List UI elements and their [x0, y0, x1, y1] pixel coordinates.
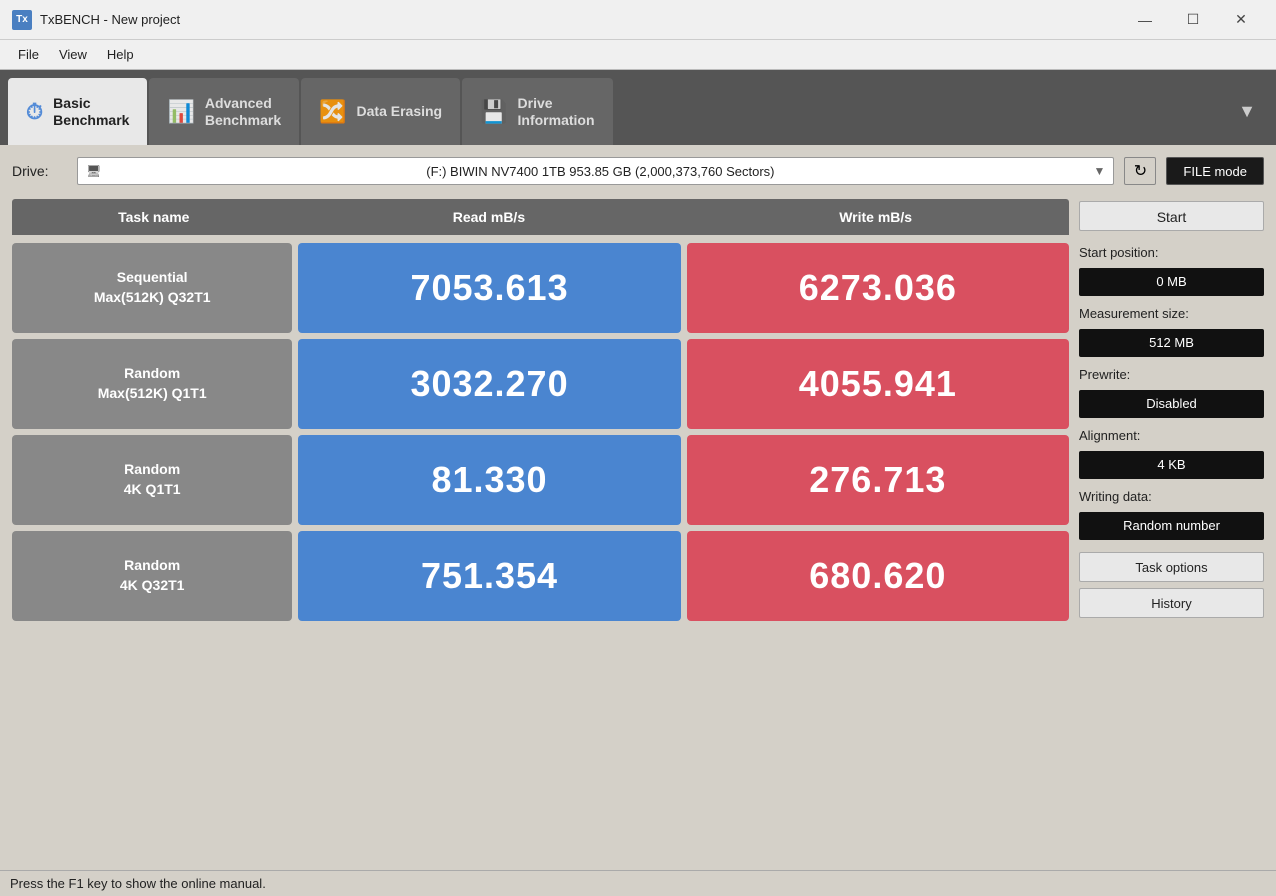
write-random-512k: 4055.941 [687, 339, 1069, 429]
drive-refresh-button[interactable]: ↻ [1124, 157, 1156, 185]
status-text: Press the F1 key to show the online manu… [10, 876, 266, 891]
tab-advanced[interactable]: 📊 AdvancedBenchmark [149, 78, 299, 145]
status-bar: Press the F1 key to show the online manu… [0, 870, 1276, 896]
tab-basic[interactable]: ⏱ BasicBenchmark [8, 78, 147, 145]
task-options-button[interactable]: Task options [1079, 552, 1264, 582]
writing-data-value: Random number [1079, 512, 1264, 540]
basic-benchmark-icon: ⏱ [26, 99, 43, 125]
benchmark-table: Task name Read mB/s Write mB/s Sequentia… [12, 199, 1069, 862]
start-position-value: 0 MB [1079, 268, 1264, 296]
read-random-4k-q32: 751.354 [298, 531, 680, 621]
advanced-benchmark-icon: 📊 [167, 99, 194, 125]
task-random-4k-q1: Random4K Q1T1 [12, 435, 292, 525]
writing-data-label: Writing data: [1079, 489, 1264, 504]
read-random-4k-q1: 81.330 [298, 435, 680, 525]
header-read: Read mB/s [296, 209, 683, 225]
title-bar-text: TxBENCH - New project [40, 12, 1122, 27]
table-row: Random4K Q1T1 81.330 276.713 [12, 435, 1069, 525]
start-position-label: Start position: [1079, 245, 1264, 260]
alignment-value: 4 KB [1079, 451, 1264, 479]
tab-bar: ⏱ BasicBenchmark 📊 AdvancedBenchmark 🔀 D… [0, 70, 1276, 145]
title-bar-controls: — ☐ ✕ [1122, 5, 1264, 35]
header-task: Task name [12, 209, 296, 225]
write-random-4k-q32: 680.620 [687, 531, 1069, 621]
right-panel: Start Start position: 0 MB Measurement s… [1079, 199, 1264, 862]
read-sequential-512k: 7053.613 [298, 243, 680, 333]
measurement-size-value: 512 MB [1079, 329, 1264, 357]
drive-select-value: (F:) BIWIN NV7400 1TB 953.85 GB (2,000,3… [426, 164, 774, 179]
write-random-4k-q1: 276.713 [687, 435, 1069, 525]
write-sequential-512k: 6273.036 [687, 243, 1069, 333]
drive-label: Drive: [12, 163, 67, 179]
table-row: Random4K Q32T1 751.354 680.620 [12, 531, 1069, 621]
prewrite-label: Prewrite: [1079, 367, 1264, 382]
drive-row: Drive: 🖥 (F:) BIWIN NV7400 1TB 953.85 GB… [12, 157, 1264, 185]
minimize-button[interactable]: — [1122, 5, 1168, 35]
file-mode-button[interactable]: FILE mode [1166, 157, 1264, 185]
tab-drive-label: DriveInformation [518, 95, 595, 129]
menu-help[interactable]: Help [97, 43, 144, 66]
app-icon: Tx [12, 10, 32, 30]
content-layout: Task name Read mB/s Write mB/s Sequentia… [12, 199, 1264, 862]
drive-info-icon: 💾 [480, 99, 507, 125]
tab-erasing[interactable]: 🔀 Data Erasing [301, 78, 460, 145]
tab-advanced-label: AdvancedBenchmark [205, 95, 281, 129]
tab-drive[interactable]: 💾 DriveInformation [462, 78, 612, 145]
prewrite-value: Disabled [1079, 390, 1264, 418]
table-rows: SequentialMax(512K) Q32T1 7053.613 6273.… [12, 235, 1069, 862]
maximize-button[interactable]: ☐ [1170, 5, 1216, 35]
benchmark-panel: Task name Read mB/s Write mB/s Sequentia… [12, 199, 1069, 862]
drive-select[interactable]: 🖥 (F:) BIWIN NV7400 1TB 953.85 GB (2,000… [77, 157, 1114, 185]
menu-view[interactable]: View [49, 43, 97, 66]
menu-file[interactable]: File [8, 43, 49, 66]
table-header: Task name Read mB/s Write mB/s [12, 199, 1069, 235]
drive-dropdown-arrow: ▼ [1094, 164, 1106, 178]
main-content: Drive: 🖥 (F:) BIWIN NV7400 1TB 953.85 GB… [0, 145, 1276, 870]
menu-bar: File View Help [0, 40, 1276, 70]
data-erasing-icon: 🔀 [319, 99, 346, 125]
task-random-4k-q32: Random4K Q32T1 [12, 531, 292, 621]
task-random-512k: RandomMax(512K) Q1T1 [12, 339, 292, 429]
start-button[interactable]: Start [1079, 201, 1264, 231]
read-random-512k: 3032.270 [298, 339, 680, 429]
measurement-size-label: Measurement size: [1079, 306, 1264, 321]
table-row: SequentialMax(512K) Q32T1 7053.613 6273.… [12, 243, 1069, 333]
tab-dropdown[interactable]: ▼ [1226, 78, 1268, 145]
tab-basic-label: BasicBenchmark [53, 95, 129, 129]
title-bar: Tx TxBENCH - New project — ☐ ✕ [0, 0, 1276, 40]
alignment-label: Alignment: [1079, 428, 1264, 443]
tab-erasing-label: Data Erasing [357, 103, 443, 120]
task-sequential-512k: SequentialMax(512K) Q32T1 [12, 243, 292, 333]
history-button[interactable]: History [1079, 588, 1264, 618]
table-row: RandomMax(512K) Q1T1 3032.270 4055.941 [12, 339, 1069, 429]
header-write: Write mB/s [682, 209, 1069, 225]
close-button[interactable]: ✕ [1218, 5, 1264, 35]
